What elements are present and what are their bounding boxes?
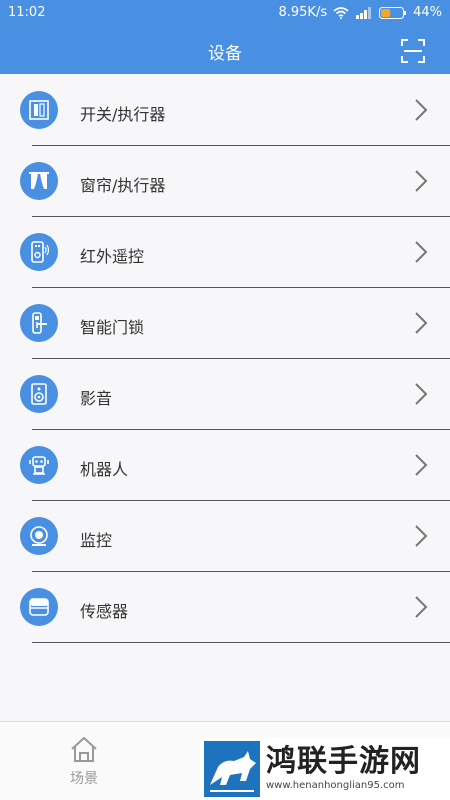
list-item-robot[interactable]: 机器人 <box>0 430 450 501</box>
chevron-right-icon <box>415 383 428 405</box>
wifi-icon <box>333 6 349 19</box>
watermark-title: 鸿联手游网 <box>266 744 421 779</box>
list-item-label: 开关/执行器 <box>80 105 166 124</box>
app-header: 设备 <box>0 26 450 74</box>
door-lock-icon <box>20 304 58 342</box>
sensor-icon <box>20 588 58 626</box>
list-item-label: 影音 <box>80 389 113 408</box>
home-icon <box>71 736 97 762</box>
list-item-ir-remote[interactable]: 红外遥控 <box>0 217 450 288</box>
chevron-right-icon <box>415 312 428 334</box>
tab-scene[interactable]: 场景 <box>56 734 112 788</box>
chevron-right-icon <box>415 596 428 618</box>
battery-percent: 44% <box>413 5 442 20</box>
list-item-sensor[interactable]: 传感器 <box>0 572 450 643</box>
chevron-right-icon <box>415 525 428 547</box>
chevron-right-icon <box>415 170 428 192</box>
list-item-label: 窗帘/执行器 <box>80 176 166 195</box>
list-item-label: 传感器 <box>80 602 129 621</box>
list-item-label: 智能门锁 <box>80 318 145 337</box>
watermark-banner: 鸿联手游网 www.henanhonglian95.com <box>200 738 450 800</box>
list-item-curtain[interactable]: 窗帘/执行器 <box>0 146 450 217</box>
chevron-right-icon <box>415 99 428 121</box>
speaker-icon <box>20 375 58 413</box>
status-indicators: 8.95K/s 44% <box>278 5 442 20</box>
network-speed: 8.95K/s <box>278 5 328 20</box>
scan-icon[interactable] <box>400 38 426 64</box>
list-item-monitor[interactable]: 监控 <box>0 501 450 572</box>
bull-logo-icon <box>204 741 260 797</box>
list-item-audio-video[interactable]: 影音 <box>0 359 450 430</box>
list-item-door-lock[interactable]: 智能门锁 <box>0 288 450 359</box>
chevron-right-icon <box>415 241 428 263</box>
list-item-label: 红外遥控 <box>80 247 145 266</box>
list-item-label: 监控 <box>80 531 113 550</box>
tab-scene-label: 场景 <box>70 771 98 787</box>
list-item-switch[interactable]: 开关/执行器 <box>0 75 450 146</box>
status-time: 11:02 <box>8 5 46 20</box>
robot-icon <box>20 446 58 484</box>
battery-icon <box>379 6 407 19</box>
signal-icon <box>356 6 372 19</box>
camera-icon <box>20 517 58 555</box>
curtain-icon <box>20 162 58 200</box>
status-bar: 11:02 8.95K/s 44% <box>0 0 450 26</box>
watermark-url: www.henanhonglian95.com <box>266 780 405 791</box>
list-item-label: 机器人 <box>80 460 129 479</box>
device-category-list: 开关/执行器 窗帘/执行器 红外遥控 智能门锁 影音 机器人 监控 传感器 <box>0 75 450 643</box>
page-title: 设备 <box>208 44 242 64</box>
switch-icon <box>20 91 58 129</box>
chevron-right-icon <box>415 454 428 476</box>
remote-icon <box>20 233 58 271</box>
